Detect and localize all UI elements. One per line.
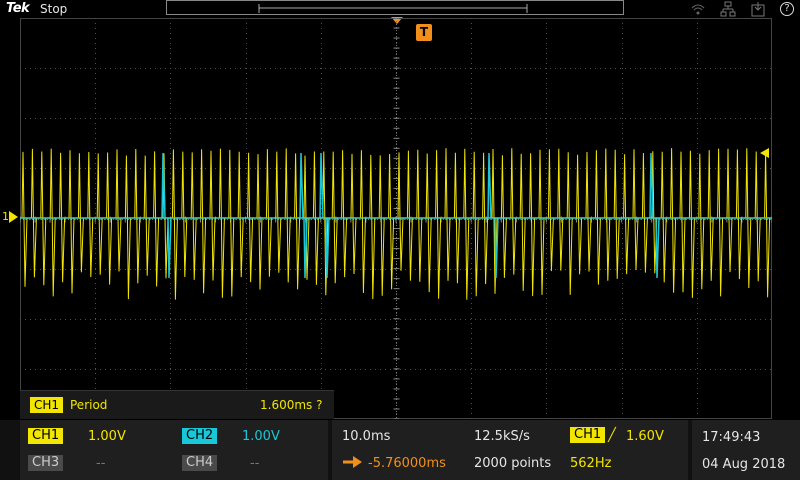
- run-state[interactable]: Stop: [40, 2, 67, 16]
- network-icon[interactable]: [720, 1, 736, 17]
- save-icon[interactable]: [750, 1, 766, 17]
- wifi-icon[interactable]: [690, 1, 706, 17]
- horizontal-position-arrow-icon: [342, 455, 364, 473]
- ch1-scale[interactable]: 1.00V: [88, 429, 126, 444]
- horizontal-trigger-panel: 10.0ms 12.5kS/s -5.76000ms 2000 points C…: [332, 420, 688, 480]
- horizontal-position[interactable]: -5.76000ms: [368, 456, 446, 471]
- channel-panel: CH1 1.00V CH2 1.00V CH3 -- CH4 --: [20, 420, 328, 480]
- graticule: [20, 18, 772, 419]
- ch3-scale[interactable]: --: [96, 456, 105, 471]
- trigger-frequency: 562Hz: [570, 456, 612, 471]
- ch4-badge[interactable]: CH4: [182, 455, 218, 471]
- clock-date[interactable]: 04 Aug 2018: [702, 457, 785, 472]
- measurement-value: 1.600ms ?: [260, 398, 323, 412]
- ch3-badge[interactable]: CH3: [28, 455, 64, 471]
- record-view-bar[interactable]: [166, 0, 624, 15]
- measurement-badge[interactable]: CH1 Period 1.600ms ?: [20, 390, 334, 419]
- ch1-offset-marker[interactable]: 1: [0, 210, 18, 224]
- datetime-panel: 17:49:43 04 Aug 2018: [692, 420, 800, 480]
- ch2-scale[interactable]: 1.00V: [242, 429, 280, 444]
- top-bar: Tek Stop ?: [0, 0, 800, 18]
- record-length[interactable]: 2000 points: [474, 456, 551, 471]
- trigger-source-badge[interactable]: CH1: [570, 427, 606, 443]
- sample-rate[interactable]: 12.5kS/s: [474, 429, 530, 444]
- brand-logo: Tek: [6, 1, 30, 16]
- record-view-indicator: [258, 4, 528, 13]
- ch2-badge[interactable]: CH2: [182, 428, 218, 444]
- timebase[interactable]: 10.0ms: [342, 429, 390, 444]
- measurement-channel: CH1: [30, 397, 64, 413]
- help-icon[interactable]: ?: [780, 2, 794, 16]
- status-bar: CH1 1.00V CH2 1.00V CH3 -- CH4 -- 10.0ms…: [0, 420, 800, 480]
- measurement-name: Period: [70, 398, 108, 412]
- trigger-level[interactable]: 1.60V: [626, 429, 664, 444]
- ch4-scale[interactable]: --: [250, 456, 259, 471]
- waveform-display[interactable]: [20, 18, 772, 419]
- trigger-level-marker[interactable]: [760, 148, 769, 158]
- ch1-badge[interactable]: CH1: [28, 428, 64, 444]
- clock-time[interactable]: 17:49:43: [702, 430, 760, 445]
- trigger-slope-icon[interactable]: ╱: [608, 428, 616, 443]
